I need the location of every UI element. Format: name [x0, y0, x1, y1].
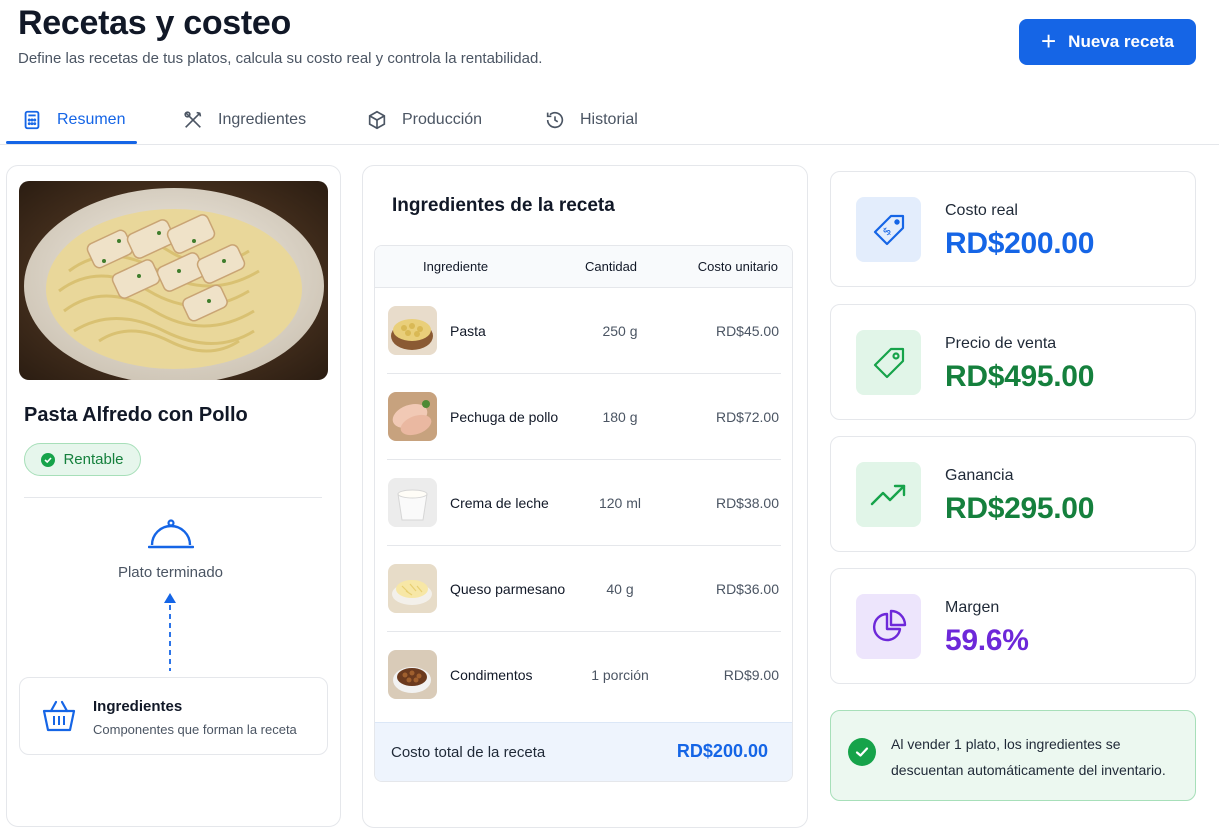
- stat-card-real-cost: $ Costo real RD$200.00: [830, 171, 1196, 287]
- stat-value: RD$495.00: [945, 360, 1095, 393]
- calculator-icon: [24, 110, 40, 130]
- total-cost-label: Costo total de la receta: [391, 744, 546, 761]
- table-header: Ingrediente Cantidad Costo unitario: [375, 246, 792, 288]
- stat-label: Precio de venta: [945, 335, 1057, 352]
- dish-photo: [19, 181, 328, 380]
- stat-label: Margen: [945, 599, 1000, 616]
- table-footer: Costo total de la receta RD$200.00: [375, 722, 792, 781]
- ingredient-quantity: 40 g: [606, 581, 634, 597]
- column-header-ingredient: Ingrediente: [423, 259, 489, 274]
- ingredient-quantity: 120 ml: [598, 495, 642, 511]
- stat-value: RD$295.00: [945, 492, 1095, 525]
- stat-card-sale-price: Precio de venta RD$495.00: [830, 304, 1196, 420]
- stat-label: Costo real: [945, 202, 1018, 219]
- ingredient-name: Crema de leche: [450, 495, 549, 511]
- price-tag-dollar-icon: $: [856, 197, 921, 262]
- total-cost-value: RD$200.00: [676, 741, 768, 761]
- ingredient-quantity: 250 g: [602, 323, 638, 339]
- stat-card-margin: Margen 59.6%: [830, 568, 1196, 684]
- ingredient-quantity: 180 g: [602, 409, 638, 425]
- box-icon: [368, 110, 386, 130]
- cream-thumbnail: [388, 478, 437, 527]
- ingredient-cost: RD$38.00: [715, 495, 779, 511]
- ingredient-cost: RD$9.00: [723, 667, 779, 683]
- tab-ingredientes[interactable]: Ingredientes: [182, 96, 306, 144]
- stat-value: RD$200.00: [945, 227, 1095, 260]
- recipe-name: Pasta Alfredo con Pollo: [24, 404, 248, 426]
- tab-label: Historial: [580, 111, 638, 128]
- chicken-thumbnail: [388, 392, 437, 441]
- utensils-icon: [184, 111, 202, 128]
- table-row[interactable]: Pasta 250 g RD$45.00: [387, 288, 781, 374]
- page-subtitle: Define las recetas de tus platos, calcul…: [18, 50, 543, 67]
- tab-resumen[interactable]: Resumen: [21, 96, 125, 144]
- ingredients-table: Ingrediente Cantidad Costo unitario Past…: [374, 245, 793, 782]
- pie-chart-icon: [856, 594, 921, 659]
- serving-dish-icon: [148, 519, 194, 549]
- stat-value: 59.6%: [945, 624, 1029, 657]
- table-row[interactable]: Crema de leche 120 ml RD$38.00: [387, 460, 781, 546]
- ingredient-name: Queso parmesano: [450, 581, 566, 597]
- trending-up-icon: [856, 462, 921, 527]
- svg-text:$: $: [879, 224, 893, 238]
- table-row[interactable]: Queso parmesano 40 g RD$36.00: [387, 546, 781, 632]
- ingredients-component-box: Ingredientes Componentes que forman la r…: [19, 677, 328, 755]
- ingredient-name: Pasta: [450, 323, 486, 339]
- ingredients-box-title: Ingredientes: [93, 698, 183, 715]
- flow-arrow-up-icon: [164, 593, 176, 671]
- tab-label: Ingredientes: [218, 111, 307, 128]
- divider: [24, 497, 322, 498]
- new-recipe-button[interactable]: + Nueva receta: [1019, 19, 1196, 65]
- check-circle-icon: [848, 738, 876, 766]
- spices-thumbnail: [388, 650, 437, 699]
- parmesan-thumbnail: [388, 564, 437, 613]
- plus-icon: +: [1040, 25, 1057, 56]
- column-header-quantity: Cantidad: [585, 259, 638, 274]
- status-label: Rentable: [63, 451, 124, 468]
- notice-text: Al vender 1 plato, los ingredientes se d…: [891, 736, 1166, 778]
- ingredient-name: Condimentos: [450, 667, 533, 683]
- tab-produccion[interactable]: Producción: [366, 96, 482, 144]
- ingredient-cost: RD$72.00: [715, 409, 779, 425]
- ingredient-cost: RD$45.00: [715, 323, 779, 339]
- pasta-thumbnail: [388, 306, 437, 355]
- tab-label: Resumen: [57, 111, 126, 128]
- tab-bar: Resumen Ingredientes Producción Historia…: [0, 96, 1219, 145]
- ingredient-cost: RD$36.00: [715, 581, 779, 597]
- ingredients-card-title: Ingredientes de la receta: [392, 195, 615, 216]
- new-recipe-label: Nueva receta: [1068, 32, 1175, 51]
- stat-card-profit: Ganancia RD$295.00: [830, 436, 1196, 552]
- ingredient-name: Pechuga de pollo: [450, 409, 559, 425]
- history-icon: [546, 111, 564, 129]
- page-title: Recetas y costeo: [18, 4, 292, 42]
- stat-label: Ganancia: [945, 467, 1014, 484]
- table-row[interactable]: Pechuga de pollo 180 g RD$72.00: [387, 374, 781, 460]
- finished-dish-label: Plato terminado: [117, 564, 224, 581]
- column-header-unit-cost: Costo unitario: [697, 259, 778, 274]
- inventory-notice: Al vender 1 plato, los ingredientes se d…: [830, 710, 1196, 801]
- ingredient-quantity: 1 porción: [591, 667, 649, 683]
- tab-label: Producción: [402, 111, 483, 128]
- check-circle-icon: [41, 452, 56, 467]
- tag-icon: [856, 330, 921, 395]
- table-row[interactable]: Condimentos 1 porción RD$9.00: [387, 632, 781, 718]
- tab-historial[interactable]: Historial: [544, 96, 638, 144]
- active-tab-indicator: [6, 141, 137, 144]
- status-badge: Rentable: [24, 443, 141, 476]
- ingredients-box-desc: Componentes que forman la receta: [93, 722, 297, 737]
- basket-icon: [42, 700, 76, 732]
